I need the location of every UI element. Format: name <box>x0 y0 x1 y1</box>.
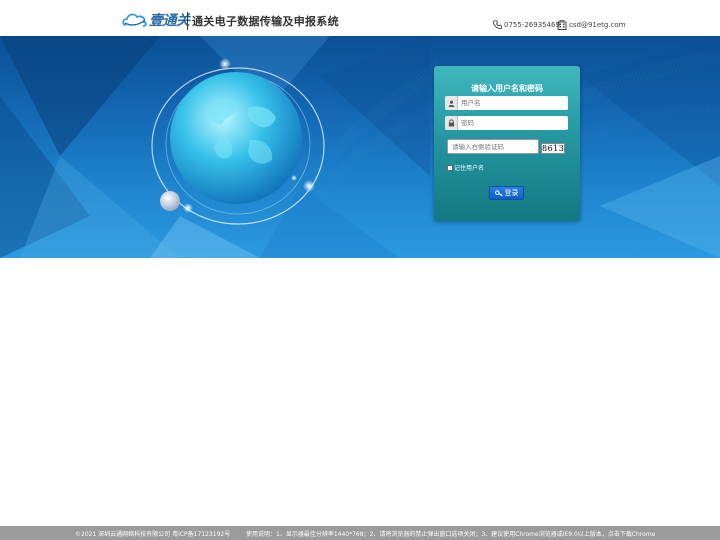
cloud-logo-icon <box>122 13 147 27</box>
header: 壹通关 通关电子数据传输及申报系统 0755-26935469 csd@91et… <box>0 0 720 36</box>
login-title: 请输入用户名和密码 <box>471 84 543 93</box>
login-button[interactable]: 登录 <box>489 186 524 200</box>
phone-number: 0755-26935469 <box>504 20 560 29</box>
contact-phone: 0755-26935469 <box>493 20 560 29</box>
login-page: 壹通关 通关电子数据传输及申报系统 0755-26935469 csd@91et… <box>0 0 720 540</box>
footer: ©2021 深圳云通网络科技有限公司 粤ICP备17123192号 使用说明：1… <box>0 526 720 540</box>
remember-username[interactable]: 记住用户名 <box>447 163 484 172</box>
password-field <box>445 116 568 130</box>
logo-divider <box>187 12 188 30</box>
captcha-input[interactable] <box>447 139 539 154</box>
username-field <box>445 96 568 110</box>
logo: 壹通关 <box>122 10 190 30</box>
contact-email: csd@91etg.com <box>557 20 626 30</box>
phone-icon <box>493 20 502 29</box>
login-button-label: 登录 <box>504 189 519 197</box>
remember-label: 记住用户名 <box>454 165 485 172</box>
banner <box>0 36 720 258</box>
logo-text: 壹通关 <box>149 13 190 29</box>
footer-copyright: ©2021 深圳云通网络科技有限公司 粤ICP备17123192号 <box>75 531 231 538</box>
login-panel: 请输入用户名和密码 8613 记住用户名 <box>434 66 580 221</box>
footer-notice: 使用说明：1、显示器最佳分辨率1440*768；2、请将浏览器的禁止弹出窗口选项… <box>246 531 656 538</box>
email-address: csd@91etg.com <box>569 21 626 29</box>
user-icon <box>445 96 458 110</box>
password-input[interactable] <box>458 117 566 129</box>
key-icon <box>494 189 503 197</box>
username-input[interactable] <box>458 97 566 109</box>
remember-checkbox[interactable] <box>447 164 453 171</box>
captcha-image[interactable]: 8613 <box>541 143 565 154</box>
lock-icon <box>445 116 458 130</box>
building-icon <box>557 20 567 30</box>
system-title: 通关电子数据传输及申报系统 <box>192 15 339 28</box>
banner-artwork <box>0 36 720 258</box>
